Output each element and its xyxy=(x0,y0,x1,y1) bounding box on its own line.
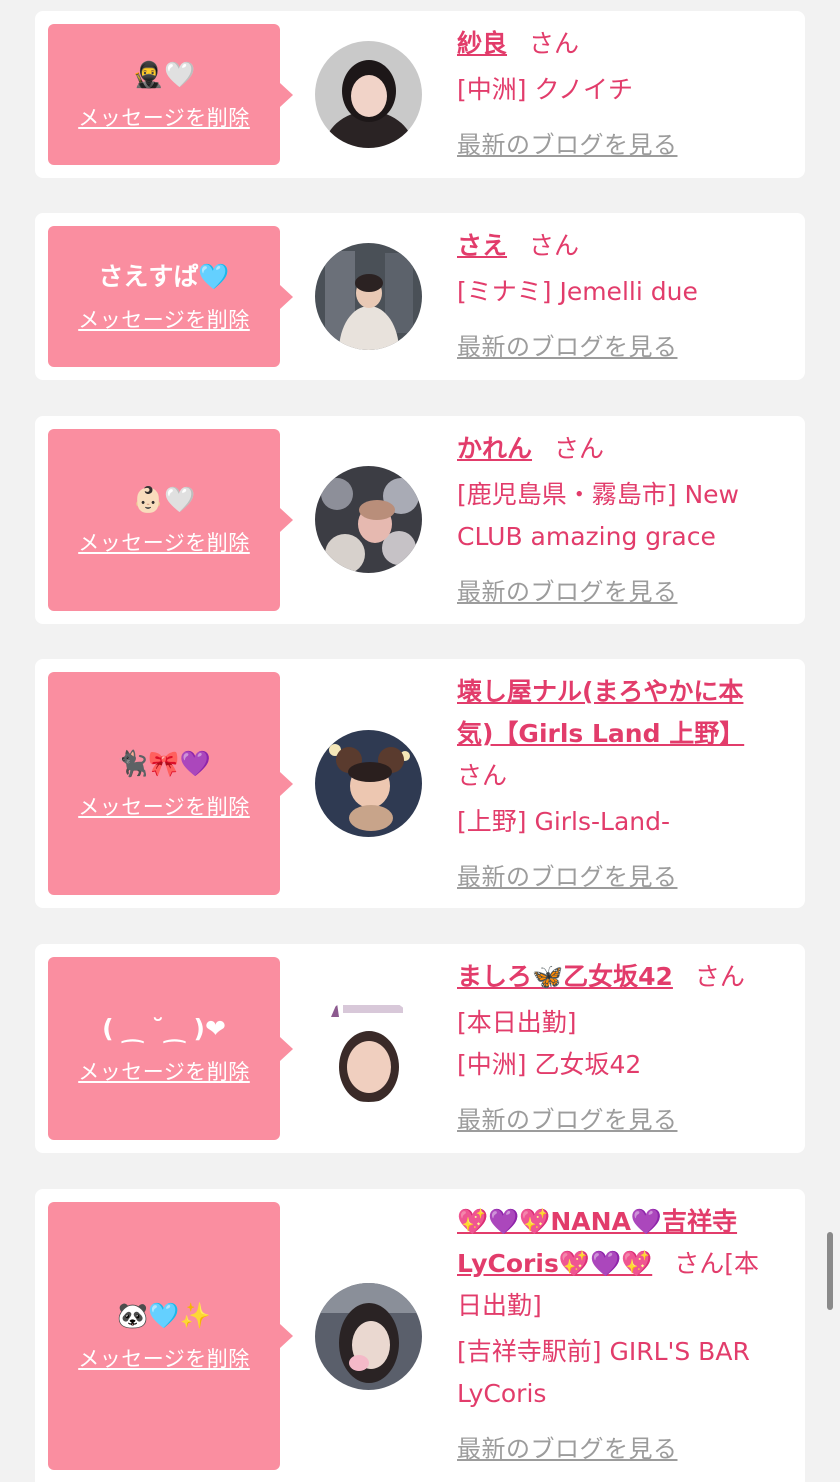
favorite-card: 🐈‍⬛🎀💜 メッセージを削除 壊し屋ナル(まろやかに本 気)【Girls Lan… xyxy=(35,659,805,908)
view-blog-link[interactable]: 最新のブログを見る xyxy=(457,572,678,607)
shop-line: 日出勤] xyxy=(457,1291,542,1320)
honorific: さん xyxy=(529,29,580,58)
name-line: 壊し屋ナル(まろやかに本 xyxy=(457,671,787,713)
message-text: 🐼🩵✨ xyxy=(117,1301,211,1330)
name-line: さえ さん xyxy=(457,225,787,267)
avatar[interactable] xyxy=(315,995,422,1102)
shop-line: [吉祥寺駅前] GIRL'S BAR xyxy=(457,1337,750,1366)
profile-info: ましろ🦋乙女坂42 さん [本日出勤] [中洲] 乙女坂42 最新のブログを見る xyxy=(457,956,787,1135)
honorific: さん xyxy=(554,434,605,463)
name-line: 気)【Girls Land 上野】 xyxy=(457,713,787,755)
message-bubble: 🥷🤍 メッセージを削除 xyxy=(48,24,293,165)
delete-message-link[interactable]: メッセージを削除 xyxy=(78,1056,250,1086)
view-blog-link[interactable]: 最新のブログを見る xyxy=(457,1429,678,1464)
honorific: さん xyxy=(694,962,745,991)
view-blog-link[interactable]: 最新のブログを見る xyxy=(457,125,678,160)
message-bubble: ( ⁔ ˘⁔ )❤ メッセージを削除 xyxy=(48,957,293,1140)
favorite-card: 👶🏻🤍 メッセージを削除 かれん さん [鹿児島県・霧島市] New CLUB a… xyxy=(35,416,805,624)
profile-info: 💖💜💖NANA💜吉祥寺 LyCoris💖💜💖 さん[本 日出勤] [吉祥寺駅前] … xyxy=(457,1201,787,1464)
profile-name-link[interactable]: 💖💜💖NANA💜吉祥寺 xyxy=(457,1207,737,1236)
avatar[interactable] xyxy=(315,466,422,573)
message-bubble: 🐈‍⬛🎀💜 メッセージを削除 xyxy=(48,672,293,895)
profile-info: さえ さん [ミナミ] Jemelli due 最新のブログを見る xyxy=(457,225,787,362)
favorite-card: 🐼🩵✨ メッセージを削除 💖💜💖NANA💜吉祥寺 LyCoris💖💜💖 さん[本 … xyxy=(35,1189,805,1482)
message-text: さえすぱ🩵 xyxy=(98,261,230,291)
favorite-card: ( ⁔ ˘⁔ )❤ メッセージを削除 ましろ🦋乙女坂42 さん [本日出勤] [中… xyxy=(35,944,805,1153)
delete-message-link[interactable]: メッセージを削除 xyxy=(78,527,250,557)
message-text: 🐈‍⬛🎀💜 xyxy=(117,748,211,778)
avatar[interactable] xyxy=(315,1283,422,1390)
name-line: LyCoris💖💜💖 さん[本 xyxy=(457,1243,787,1285)
shop-line: [上野] Girls-Land- xyxy=(457,807,671,836)
avatar[interactable] xyxy=(315,730,422,837)
shop-line: [本日出勤] xyxy=(457,1008,577,1037)
avatar[interactable] xyxy=(315,41,422,148)
shop-line: LyCoris xyxy=(457,1379,547,1408)
name-line: 紗良 さん xyxy=(457,23,787,65)
honorific: さん xyxy=(457,761,508,790)
honorific: さん xyxy=(529,231,580,260)
view-blog-link[interactable]: 最新のブログを見る xyxy=(457,1100,678,1135)
name-line: かれん さん xyxy=(457,428,787,470)
shop-line: [中洲] クノイチ xyxy=(457,75,633,104)
favorite-card: 🥷🤍 メッセージを削除 紗良 さん [中洲] クノイチ 最新のブログを見る xyxy=(35,11,805,178)
message-bubble: 🐼🩵✨ メッセージを削除 xyxy=(48,1202,293,1470)
profile-name-link[interactable]: さえ xyxy=(457,231,507,260)
profile-name-link[interactable]: かれん xyxy=(457,434,532,463)
view-blog-link[interactable]: 最新のブログを見る xyxy=(457,857,678,892)
profile-name-link[interactable]: 紗良 xyxy=(457,29,507,58)
delete-message-link[interactable]: メッセージを削除 xyxy=(78,1343,250,1373)
favorite-card: さえすぱ🩵 メッセージを削除 さえ さん [ミナミ] Jemelli due 最新… xyxy=(35,213,805,380)
scrollbar-thumb[interactable] xyxy=(827,1232,833,1310)
shop-line: [鹿児島県・霧島市] New xyxy=(457,480,739,509)
message-bubble: 👶🏻🤍 メッセージを削除 xyxy=(48,429,293,611)
delete-message-link[interactable]: メッセージを削除 xyxy=(78,304,250,334)
shop-line: CLUB amazing grace xyxy=(457,522,716,551)
profile-name-link[interactable]: ましろ🦋乙女坂42 xyxy=(457,962,673,991)
view-blog-link[interactable]: 最新のブログを見る xyxy=(457,327,678,362)
delete-message-link[interactable]: メッセージを削除 xyxy=(78,102,250,132)
honorific-line: さん xyxy=(457,755,787,797)
message-bubble: さえすぱ🩵 メッセージを削除 xyxy=(48,226,293,367)
profile-info: 壊し屋ナル(まろやかに本 気)【Girls Land 上野】 さん [上野] G… xyxy=(457,671,787,892)
profile-name-link[interactable]: 気)【Girls Land 上野】 xyxy=(457,719,744,748)
profile-info: かれん さん [鹿児島県・霧島市] New CLUB amazing grace … xyxy=(457,428,787,607)
profile-name-link[interactable]: LyCoris💖💜💖 xyxy=(457,1249,652,1278)
honorific: さん[本 xyxy=(674,1249,759,1278)
profile-name-link[interactable]: 壊し屋ナル(まろやかに本 xyxy=(457,677,743,706)
avatar[interactable] xyxy=(315,243,422,350)
name-line: 💖💜💖NANA💜吉祥寺 xyxy=(457,1201,787,1243)
profile-info: 紗良 さん [中洲] クノイチ 最新のブログを見る xyxy=(457,23,787,160)
message-text: 👶🏻🤍 xyxy=(132,485,196,514)
shop-line: [ミナミ] Jemelli due xyxy=(457,277,698,306)
name-line: ましろ🦋乙女坂42 さん xyxy=(457,956,787,998)
delete-message-link[interactable]: メッセージを削除 xyxy=(78,791,250,821)
message-text: 🥷🤍 xyxy=(132,59,196,89)
message-text: ( ⁔ ˘⁔ )❤ xyxy=(102,1013,226,1043)
shop-line: [中洲] 乙女坂42 xyxy=(457,1050,642,1079)
